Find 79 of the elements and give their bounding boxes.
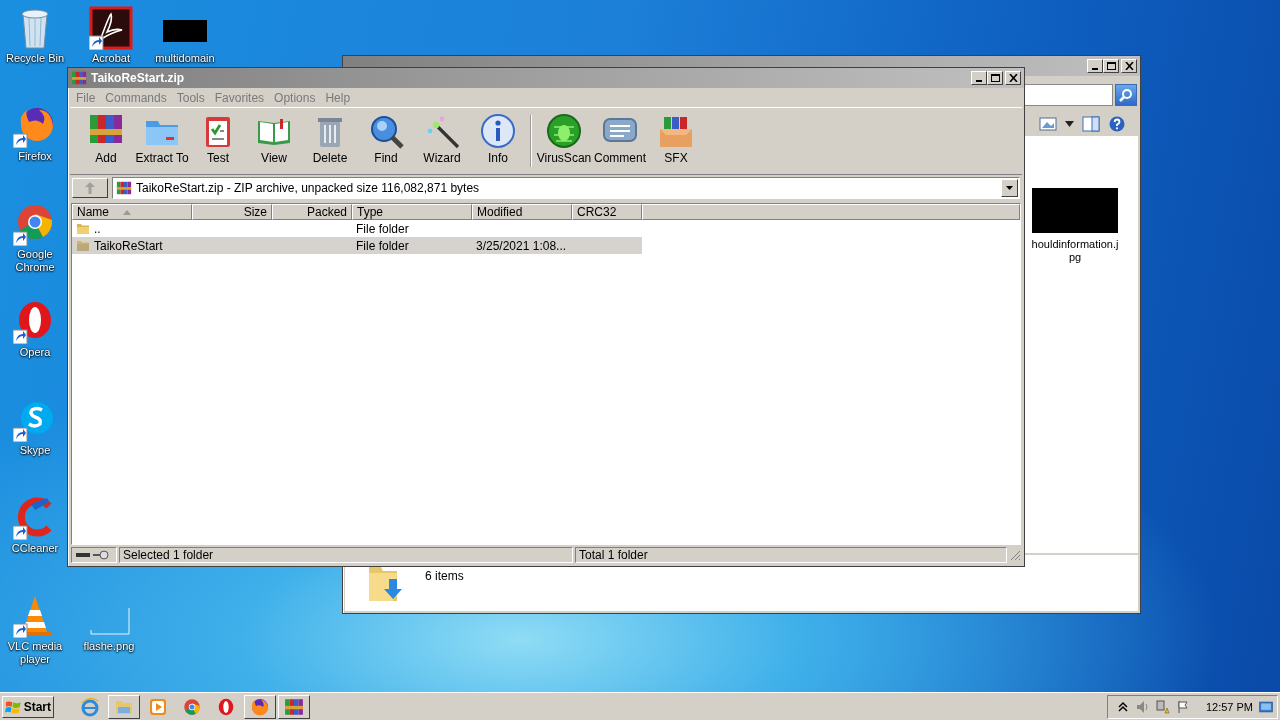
icon-label[interactable]: Opera xyxy=(19,346,51,359)
item-count: 6 items xyxy=(425,569,464,583)
info-icon xyxy=(480,113,516,149)
cell-text: .. xyxy=(94,221,101,236)
cell-text: File folder xyxy=(356,221,409,236)
maximize-icon xyxy=(1106,62,1116,70)
archive-icon xyxy=(284,696,304,717)
cell-text: TaikoReStart xyxy=(94,238,163,253)
minimize-button[interactable] xyxy=(1087,59,1103,73)
maximize-button[interactable] xyxy=(1103,59,1119,73)
status-text: Selected 1 folder xyxy=(119,546,573,563)
taskbar-button[interactable] xyxy=(278,694,310,719)
status-text: Total 1 folder xyxy=(575,546,1007,563)
toolbar-button[interactable]: VirusScan xyxy=(536,111,592,167)
close-button[interactable] xyxy=(1121,59,1137,73)
column-header[interactable]: Size xyxy=(192,204,272,220)
help-icon[interactable] xyxy=(1108,116,1126,132)
close-icon xyxy=(1008,74,1018,82)
bug-icon xyxy=(546,113,582,149)
toolbar-button[interactable]: Comment xyxy=(592,111,648,167)
toolbar-button[interactable]: Wizard xyxy=(414,111,470,167)
column-header[interactable] xyxy=(642,204,1020,220)
resize-grip-icon[interactable] xyxy=(1009,548,1021,561)
toolbar-button[interactable]: Find xyxy=(358,111,414,167)
file-name[interactable]: houldinformation.jpg xyxy=(1030,238,1120,264)
browser-icon xyxy=(80,696,100,717)
toolbar-button[interactable]: SFX xyxy=(648,111,704,167)
app-icon[interactable] xyxy=(89,6,133,50)
column-header[interactable]: Modified xyxy=(472,204,572,220)
windows-logo-icon xyxy=(5,698,22,715)
caret-icon[interactable] xyxy=(1065,121,1074,127)
toolbar-button[interactable]: Info xyxy=(470,111,526,167)
icon-label[interactable]: Acrobat xyxy=(92,52,130,65)
app-icon xyxy=(216,696,236,717)
minimize-button[interactable] xyxy=(971,71,987,85)
taskbar-button[interactable] xyxy=(108,694,140,719)
search-field[interactable] xyxy=(1023,84,1113,106)
folder-icon xyxy=(76,239,90,252)
start-button[interactable]: Start xyxy=(2,695,54,718)
toolbar-button[interactable]: Delete xyxy=(302,111,358,167)
close-button[interactable] xyxy=(1005,71,1021,85)
app-icon xyxy=(182,696,202,717)
caret-icon xyxy=(1006,186,1013,190)
window-title: TaikoReStart.zip xyxy=(91,71,186,85)
taskbar-button[interactable] xyxy=(244,694,276,719)
flag-icon[interactable] xyxy=(1175,699,1190,714)
column-header[interactable]: Type xyxy=(352,204,472,220)
close-icon xyxy=(1124,62,1134,70)
column-header[interactable]: Name xyxy=(72,204,192,220)
file-row[interactable]: .. File folder xyxy=(72,220,642,237)
image-thumbnail[interactable] xyxy=(1032,188,1118,233)
search-icon xyxy=(1118,87,1134,103)
column-header[interactable]: CRC32 xyxy=(572,204,642,220)
show-desktop-icon[interactable] xyxy=(1259,699,1273,714)
toolbar-button[interactable]: View xyxy=(246,111,302,167)
play-icon xyxy=(148,696,168,717)
toolbar-button[interactable]: Test xyxy=(190,111,246,167)
sort-arrow-icon xyxy=(123,209,131,215)
path-field[interactable]: TaikoReStart.zip - ZIP archive, unpacked size 116,082,871 bytes xyxy=(112,177,1020,199)
clock[interactable]: 12:57 PM xyxy=(1205,700,1253,713)
folder-icon xyxy=(76,222,90,235)
up-button[interactable] xyxy=(72,178,108,198)
maximize-button[interactable] xyxy=(987,71,1003,85)
pane-icon[interactable] xyxy=(1082,116,1100,132)
cell-text: 3/25/2021 1:08... xyxy=(476,238,567,253)
toolbar-button[interactable]: Extract To xyxy=(134,111,190,167)
dropdown-button[interactable] xyxy=(1001,179,1018,197)
file-row[interactable]: TaikoReStart File folder 3/25/2021 1:08... xyxy=(72,237,642,254)
toolbar-button[interactable]: Add xyxy=(78,111,134,167)
up-arrow-icon xyxy=(84,181,96,195)
archive-icon xyxy=(71,70,87,86)
search-icon xyxy=(368,113,404,149)
archive-icon xyxy=(116,180,132,196)
cell-text: File folder xyxy=(356,238,409,253)
maximize-icon xyxy=(990,74,1000,82)
search-button[interactable] xyxy=(1115,84,1137,106)
view-icon[interactable] xyxy=(1039,116,1057,132)
app-icon xyxy=(250,696,270,717)
column-header[interactable]: Packed xyxy=(272,204,352,220)
